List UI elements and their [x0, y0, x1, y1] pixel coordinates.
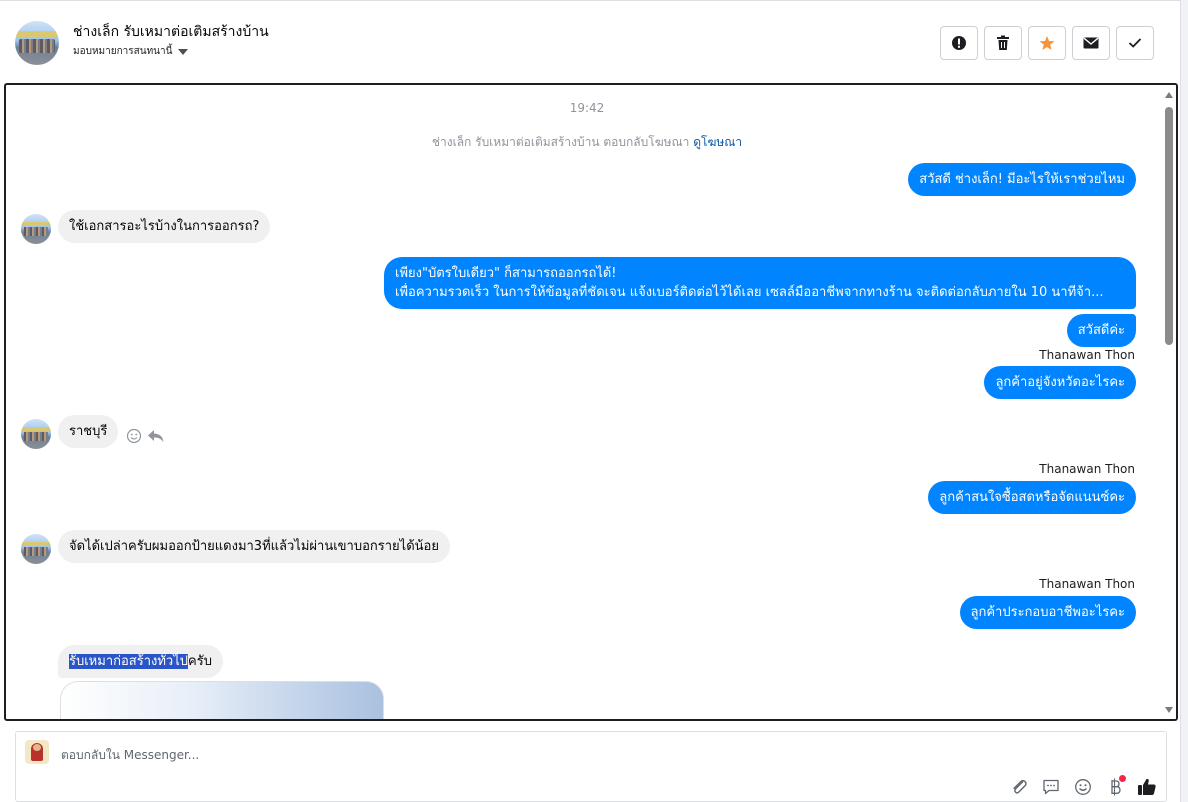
conversation-title[interactable]: ช่างเล็ก รับเหมาต่อเติมสร้างบ้าน [73, 21, 269, 43]
mark-spam-button[interactable] [940, 26, 978, 60]
sender-name: Thanawan Thon [1039, 462, 1135, 476]
attach-icon [1013, 779, 1027, 794]
emoji-button[interactable] [1072, 776, 1094, 798]
mark-done-button[interactable] [1116, 26, 1154, 60]
customer-avatar [21, 534, 51, 564]
message-line: เพื่อความรวดเร็ว ในการให้ข้อมูลที่ชัดเจน… [395, 285, 1104, 300]
assign-conversation-dropdown[interactable]: มอบหมายการสนทนานี้ [73, 44, 189, 59]
mail-icon [1083, 37, 1099, 49]
sender-name: Thanawan Thon [1039, 348, 1135, 362]
header-actions [940, 26, 1154, 60]
ad-reply-context: ช่างเล็ก รับเหมาต่อเติมสร้างบ้าน ตอบกลับ… [6, 133, 1168, 152]
scroll-down-arrow-icon[interactable] [1165, 707, 1173, 713]
incoming-message[interactable]: จัดได้เปล่าครับผมออกป้ายแดงมา3ที่แล้วไม่… [58, 530, 450, 563]
react-emoji-icon[interactable] [126, 428, 142, 444]
attach-button[interactable] [1008, 776, 1030, 798]
like-icon [1138, 778, 1156, 795]
message-thread[interactable]: 19:42 ช่างเล็ก รับเหมาต่อเติมสร้างบ้าน ต… [4, 83, 1178, 721]
saved-replies-button[interactable] [1040, 776, 1062, 798]
outgoing-message[interactable]: ลูกค้าประกอบอาชีพอะไรคะ [959, 596, 1136, 629]
messenger-inbox: ช่างเล็ก รับเหมาต่อเติมสร้างบ้าน มอบหมาย… [0, 0, 1188, 802]
message-text: ครับ [188, 654, 212, 669]
composer-tools [1008, 775, 1158, 798]
reply-composer[interactable]: ตอบกลับใน Messenger... [15, 731, 1167, 802]
outgoing-message[interactable]: ลูกค้าสนใจซื้อสดหรือจัดแนนซ์คะ [928, 481, 1136, 514]
incoming-message[interactable]: รับเหมาก่อสร้างทั่วไปครับ [58, 645, 223, 678]
ad-reply-text: ช่างเล็ก รับเหมาต่อเติมสร้างบ้าน ตอบกลับ… [431, 135, 690, 149]
outgoing-message[interactable]: ลูกค้าอยู่จังหวัดอะไรคะ [984, 366, 1136, 399]
agent-avatar [25, 740, 49, 764]
thread-scrollbar[interactable] [1162, 85, 1176, 719]
star-icon [1039, 36, 1055, 50]
reply-input[interactable]: ตอบกลับใน Messenger... [61, 746, 199, 765]
notification-dot [1119, 775, 1126, 782]
check-icon [1128, 38, 1142, 48]
mark-unread-button[interactable] [1072, 26, 1110, 60]
caret-down-icon [178, 48, 189, 55]
spam-icon [952, 36, 966, 50]
incoming-message[interactable]: ราชบุรี [58, 415, 119, 448]
like-button[interactable] [1136, 776, 1158, 798]
message-line: เพียง"บัตรใบเดียว" ก็สามารถออกรถได้! [395, 266, 617, 281]
outgoing-message[interactable]: สวัสดีค่ะ [1066, 314, 1136, 347]
message-timestamp: 19:42 [569, 101, 605, 115]
payment-button[interactable] [1104, 775, 1126, 798]
reply-arrow-icon[interactable] [147, 428, 165, 444]
delete-button[interactable] [984, 26, 1022, 60]
customer-avatar [21, 419, 51, 449]
selected-text[interactable]: รับเหมาก่อสร้างทั่วไป [69, 654, 189, 669]
emoji-icon [1075, 779, 1091, 795]
page-avatar[interactable] [15, 21, 59, 65]
outgoing-message[interactable]: เพียง"บัตรใบเดียว" ก็สามารถออกรถได้! เพื… [384, 257, 1136, 309]
outgoing-message[interactable]: สวัสดี ช่างเล็ก! มีอะไรให้เราช่วยไหม [908, 163, 1136, 196]
saved-replies-icon [1043, 779, 1059, 795]
scroll-up-arrow-icon[interactable] [1165, 92, 1173, 98]
star-button[interactable] [1028, 26, 1066, 60]
customer-avatar [21, 214, 51, 244]
assign-label: มอบหมายการสนทนานี้ [73, 46, 173, 57]
side-scroll-strip [1180, 0, 1188, 802]
header-top-border [0, 0, 1180, 6]
trash-icon [997, 35, 1009, 50]
conversation-header: ช่างเล็ก รับเหมาต่อเติมสร้างบ้าน มอบหมาย… [0, 0, 1180, 82]
image-attachment-preview[interactable] [60, 681, 384, 719]
incoming-message[interactable]: ใช้เอกสารอะไรบ้างในการออกรถ? [58, 210, 271, 243]
sender-name: Thanawan Thon [1039, 577, 1135, 591]
view-ad-link[interactable]: ดูโฆษณา [693, 135, 742, 149]
